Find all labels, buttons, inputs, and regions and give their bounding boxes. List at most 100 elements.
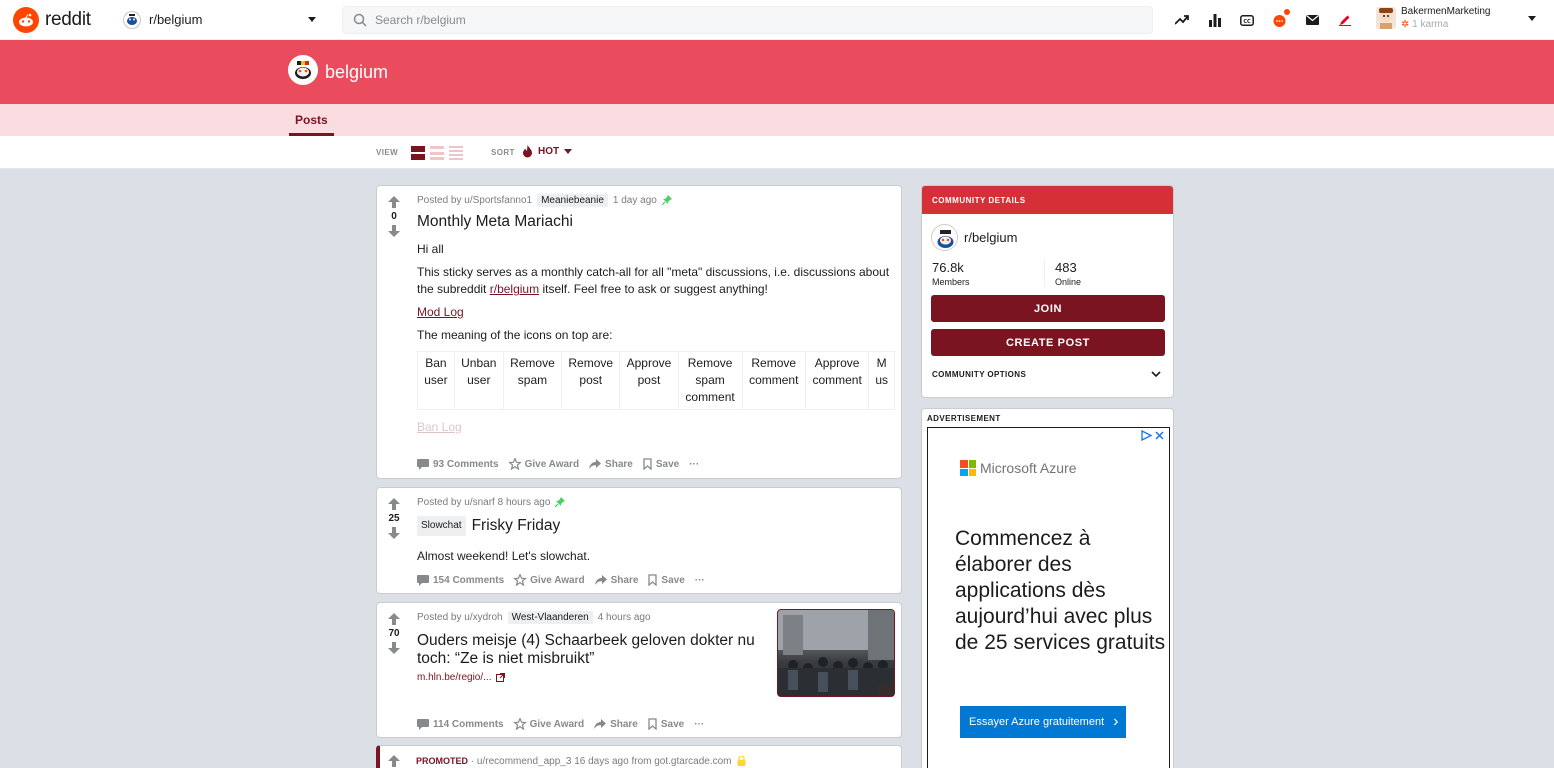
user-flair: Meaniebeanie bbox=[537, 193, 608, 207]
share-button[interactable]: Share bbox=[594, 719, 638, 730]
chat-icon[interactable] bbox=[1268, 8, 1292, 32]
chevron-down-icon bbox=[564, 149, 573, 154]
community-icon bbox=[931, 224, 958, 251]
post-actions: 114 Comments Give Award Share Save ··· bbox=[417, 718, 714, 730]
more-options-icon[interactable]: ··· bbox=[695, 575, 705, 586]
post-author[interactable]: Posted by u/xydroh bbox=[417, 612, 503, 623]
closed-captions-icon[interactable]: CC bbox=[1235, 8, 1259, 32]
promoted-meta: · u/recommend_app_3 16 days ago from got… bbox=[470, 755, 732, 767]
post-card[interactable]: 25 Posted by u/snarf 8 hours ago Slowcha… bbox=[376, 487, 902, 594]
mod-log-link[interactable]: Mod Log bbox=[417, 305, 464, 319]
create-post-pencil-icon[interactable] bbox=[1333, 8, 1357, 32]
promoted-label: PROMOTED bbox=[416, 756, 469, 766]
comment-icon bbox=[417, 574, 429, 586]
subreddit-dropdown[interactable]: r/belgium bbox=[117, 4, 322, 36]
post-title[interactable]: Ouders meisje (4) Schaarbeek geloven dok… bbox=[417, 632, 769, 668]
post-body-greeting: Hi all bbox=[417, 242, 444, 256]
more-options-icon[interactable]: ··· bbox=[694, 719, 704, 730]
mail-icon[interactable] bbox=[1300, 8, 1324, 32]
post-title[interactable]: Monthly Meta Mariachi bbox=[417, 213, 893, 231]
subreddit-link[interactable]: r/belgium bbox=[490, 282, 539, 296]
chevron-down-icon bbox=[308, 17, 316, 22]
post-flair[interactable]: Slowchat bbox=[417, 516, 466, 536]
user-karma: 1 karma bbox=[1412, 19, 1449, 30]
upvote-icon[interactable] bbox=[388, 613, 400, 625]
save-button[interactable]: Save bbox=[648, 718, 684, 730]
search-bar[interactable] bbox=[342, 6, 1153, 34]
give-award-button[interactable]: Give Award bbox=[513, 718, 584, 730]
popular-icon[interactable] bbox=[1170, 8, 1194, 32]
table-cell: Approve post bbox=[619, 352, 679, 409]
view-sort-bar: VIEW SORT HOT bbox=[0, 136, 1554, 169]
comments-button[interactable]: 154 Comments bbox=[417, 574, 504, 586]
upvote-icon[interactable] bbox=[388, 498, 400, 510]
post-meta: Posted by u/snarf 8 hours ago bbox=[417, 495, 893, 509]
table-cell: Remove post bbox=[561, 352, 621, 409]
community-details-header: COMMUNITY DETAILS bbox=[922, 186, 1173, 214]
downvote-icon[interactable] bbox=[388, 527, 400, 539]
community-name[interactable]: r/belgium bbox=[964, 230, 1017, 245]
downvote-icon[interactable] bbox=[388, 225, 400, 237]
subreddit-icon bbox=[288, 55, 318, 85]
table-cell: Remove comment bbox=[742, 352, 806, 409]
tab-posts[interactable]: Posts bbox=[289, 104, 334, 136]
svg-text:CC: CC bbox=[1243, 18, 1251, 24]
save-button[interactable]: Save bbox=[648, 574, 685, 586]
give-award-button[interactable]: Give Award bbox=[514, 574, 585, 586]
user-menu[interactable]: BakermenMarketing ✲ 1 karma bbox=[1376, 6, 1536, 30]
search-input[interactable] bbox=[375, 13, 1075, 27]
external-link-icon bbox=[496, 673, 506, 682]
adchoices-icon[interactable] bbox=[1141, 430, 1152, 441]
sort-dropdown[interactable]: HOT bbox=[522, 145, 573, 158]
share-icon bbox=[589, 459, 602, 469]
online-count: 483 bbox=[1055, 260, 1077, 275]
ad-frame[interactable]: Microsoft Azure Commencez à élaborer des… bbox=[927, 427, 1170, 768]
snoo-icon bbox=[13, 6, 39, 33]
share-button[interactable]: Share bbox=[594, 575, 638, 586]
vote-count: 25 bbox=[388, 513, 400, 524]
upvote-icon[interactable] bbox=[388, 755, 400, 767]
post-link[interactable]: m.hln.be/regio/... bbox=[417, 672, 491, 683]
ad-brand: Microsoft Azure bbox=[980, 460, 1077, 476]
community-details-card: COMMUNITY DETAILS r/belgium 76.8k Member… bbox=[921, 185, 1174, 398]
post-card[interactable]: 70 Posted by u/xydroh West-Vlaanderen 4 … bbox=[376, 602, 902, 738]
online-label: Online bbox=[1055, 277, 1082, 287]
members-label: Members bbox=[932, 277, 970, 287]
comments-button[interactable]: 114 Comments bbox=[417, 718, 504, 730]
post-title[interactable]: Frisky Friday bbox=[472, 517, 561, 535]
promoted-post[interactable]: PROMOTED · u/recommend_app_3 16 days ago… bbox=[376, 745, 902, 768]
post-body-paragraph: This sticky serves as a monthly catch-al… bbox=[417, 265, 890, 296]
upvote-icon[interactable] bbox=[388, 196, 400, 208]
save-button[interactable]: Save bbox=[643, 458, 679, 470]
post-thumbnail[interactable] bbox=[777, 609, 895, 697]
stats-icon[interactable] bbox=[1203, 8, 1227, 32]
classic-view-icon[interactable] bbox=[430, 146, 444, 160]
table-cell: Remove spam bbox=[503, 352, 563, 409]
award-icon bbox=[514, 574, 527, 586]
pin-icon bbox=[661, 195, 672, 205]
username: BakermenMarketing bbox=[1401, 6, 1491, 17]
join-button[interactable]: JOIN bbox=[931, 295, 1165, 322]
comments-button[interactable]: 93 Comments bbox=[417, 458, 499, 470]
card-view-icon[interactable] bbox=[411, 146, 425, 160]
reddit-logo[interactable]: reddit bbox=[13, 6, 113, 33]
flame-icon bbox=[523, 145, 532, 158]
compact-view-icon[interactable] bbox=[449, 146, 463, 160]
post-card[interactable]: 0 Posted by u/Sportsfanno1 Meaniebeanie … bbox=[376, 185, 902, 479]
give-award-button[interactable]: Give Award bbox=[508, 458, 579, 470]
close-icon[interactable] bbox=[1154, 430, 1165, 441]
share-icon bbox=[594, 575, 607, 585]
logo-text: reddit bbox=[45, 8, 91, 30]
top-nav: reddit r/belgium CC bbox=[0, 0, 1554, 40]
post-author[interactable]: Posted by u/snarf bbox=[417, 497, 495, 508]
downvote-icon[interactable] bbox=[388, 642, 400, 654]
post-author[interactable]: Posted by u/Sportsfanno1 bbox=[417, 195, 532, 206]
subreddit-dropdown-label: r/belgium bbox=[149, 12, 203, 27]
more-options-icon[interactable]: ··· bbox=[689, 459, 699, 470]
ad-cta-button[interactable]: Essayer Azure gratuitement › bbox=[960, 706, 1126, 738]
ban-log-link[interactable]: Ban Log bbox=[417, 420, 462, 434]
share-button[interactable]: Share bbox=[589, 459, 633, 470]
community-options-toggle[interactable]: COMMUNITY OPTIONS bbox=[932, 370, 1161, 379]
user-flair: West-Vlaanderen bbox=[507, 610, 593, 624]
create-post-button[interactable]: CREATE POST bbox=[931, 329, 1165, 356]
